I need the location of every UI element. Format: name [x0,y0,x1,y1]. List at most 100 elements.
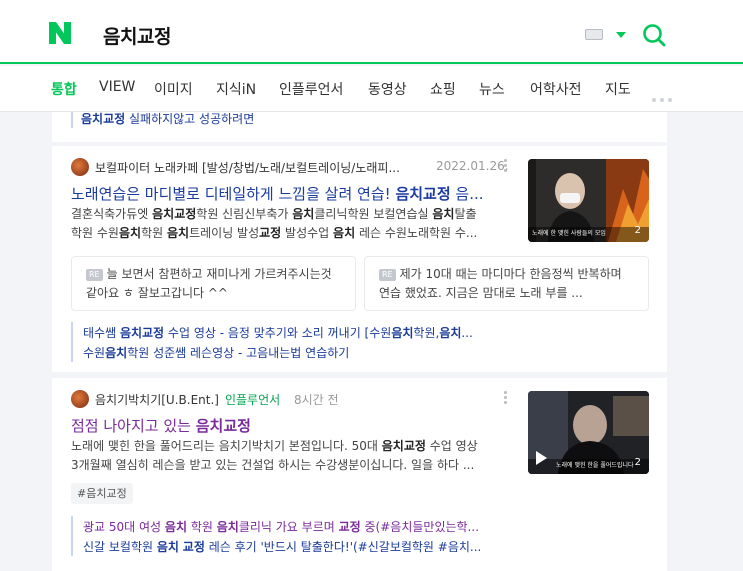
text-segment: 학원 신림신부축가 [196,207,293,221]
keyword-highlight: 음치 [292,207,315,221]
thumbnail-caption: 노래에 한 맺힌 사람들의 모임 [532,230,606,237]
image-count-badge: 2 [634,225,641,236]
blog-name[interactable]: 보컬파이터 노래카페 [발성/창법/노래/보컬트레이닝/노래피... [95,159,400,176]
image-count-badge: 2 [634,457,641,468]
comment-text: 제가 10대 때는 마디마다 한음정씩 반복하며 연습 했었죠. 지금은 맘대로… [379,267,622,300]
divider [71,516,73,556]
thumbnail-caption: 노래에 맺힌 한을 풀어드립니다 [556,462,634,469]
tab-shopping[interactable]: 쇼핑 [430,79,456,99]
keyword-highlight: 음치 [156,540,179,554]
keyword-highlight: 음치 [164,520,188,534]
text-segment: 3개월째 열심히 레슨을 받고 있는 건설업 하시는 수강생분이십니다. 일을 … [71,458,475,472]
sub-post-link[interactable]: 신갈 보컬학원 음치 교정 레슨 후기 '반드시 탈출한다!'(#신갈보컬학원 … [83,538,481,555]
chevron-down-icon[interactable] [616,32,626,38]
text-segment: 수업 영상 - 음정 맞추기와 소리 꺼내기 [수원 [164,326,392,340]
text-segment: 학원 [141,226,167,240]
comment-box[interactable]: RE 늘 보면서 참편하고 재미나게 가르켜주시는것 같아요 ㅎ 잘보고갑니다 ^… [71,256,356,311]
description-line: 학원 수원음치학원 음치트레이닝 발성교정 발성수업 음치 레슨 수원노래학원 … [71,224,509,243]
sub-post-link[interactable]: 태수쌤 음치교정 수업 영상 - 음정 맞추기와 소리 꺼내기 [수원음치학원,… [83,324,473,341]
keyword-highlight: 음치 [105,346,128,360]
reply-badge: RE [86,269,103,281]
keyword-highlight: 음치교정 [381,439,426,453]
naver-logo-icon[interactable] [49,22,71,44]
result-thumbnail[interactable]: 노래에 한 맺힌 사람들의 모임 2 [528,159,649,242]
sub-post-link[interactable]: 수원음치학원 성준쌤 레슨영상 - 고음내는법 연습하기 [83,344,349,361]
keyword-highlight: 음치 [216,520,239,534]
text-segment: 학원 [187,520,217,534]
search-tabs: 통합 VIEW 이미지 지식iN 인플루언서 동영상 쇼핑 뉴스 어학사전 지도 [0,66,743,112]
tab-dictionary[interactable]: 어학사전 [530,79,582,99]
post-date: 8시간 전 [294,393,339,407]
text-segment: 클리닉학원 보컬연습실 [314,207,433,221]
result-thumbnail[interactable]: 노래에 맺힌 한을 풀어드립니다 2 [528,391,649,474]
keyword-highlight: 음치 [439,326,462,340]
avatar[interactable] [71,158,89,176]
tab-all[interactable]: 통합 [51,79,77,99]
text-segment: 중(#음치들만있는학... [360,520,480,534]
text-segment: 광교 50대 여성 [83,520,165,534]
tab-map[interactable]: 지도 [605,79,631,99]
result-description: 노래에 맺힌 한을 풀어드리는 음치기박치기 본점입니다. 50대 음치교정 수… [71,437,509,475]
keyword-highlight: 교정 [259,226,282,240]
more-options-icon[interactable] [504,391,507,406]
tab-video[interactable]: 동영상 [368,79,407,99]
more-tabs-icon[interactable] [652,87,676,106]
keyword-highlight: 음치 [166,226,190,240]
keyword-highlight: 교정 [182,540,205,554]
keyword-highlight: 음치 [391,326,414,340]
text-segment: 트레이닝 발성 [189,226,260,240]
tab-kin[interactable]: 지식iN [216,79,256,99]
keyword-highlight: 음치교정 [119,326,165,340]
text-segment: 클리닉 가요 부르며 [238,520,339,534]
result-card-previous: 음치교정 실패하지않고 성공하려면 [52,112,667,142]
divider [71,322,73,362]
result-description: 결혼식축가듀엣 음치교정학원 신림신부축가 음치클리닉학원 보컬연습실 음치탈출… [71,205,509,243]
text-segment: 결혼식축가듀엣 [71,207,153,221]
search-input[interactable]: 음치교정 [103,22,171,49]
search-header: 음치교정 [0,0,743,64]
text-segment: ... [461,326,473,340]
result-title[interactable]: 노래연습은 마디별로 디테일하게 느낌을 살려 연습! 음치교정 음... [71,183,484,204]
description-line: 노래에 맺힌 한을 풀어드리는 음치기박치기 본점입니다. 50대 음치교정 수… [71,437,509,456]
hashtag[interactable]: #음치교정 [71,483,133,504]
text-segment: 발성수업 [281,226,334,240]
result-card: 보컬파이터 노래카페 [발성/창법/노래/보컬트레이닝/노래피... 2022.… [52,146,667,372]
comment-box[interactable]: RE 제가 10대 때는 마디마다 한음정씩 반복하며 연습 했었죠. 지금은 맘… [364,256,649,311]
tab-images[interactable]: 이미지 [154,79,193,99]
text-segment: 노래에 맺힌 한을 풀어드리는 음치기박치기 본점입니다. 50대 [71,439,382,453]
keyword-highlight: 교정 [338,520,361,534]
text-segment: 학원, [413,326,440,340]
tab-news[interactable]: 뉴스 [479,79,505,99]
more-options-icon[interactable] [504,159,507,174]
tab-view[interactable]: VIEW [99,79,135,95]
influencer-badge[interactable]: 인플루언서 [225,393,280,407]
related-link[interactable]: 음치교정 실패하지않고 성공하려면 [81,110,254,127]
text-segment: 레슨 후기 '반드시 탈출한다!'(#신갈보컬학원 #음치... [204,540,482,554]
post-date: 2022.01.26. [436,159,509,173]
reply-badge: RE [379,269,396,281]
keyword-highlight: 음치 [333,226,356,240]
text-segment: 레슨 수원노래학원 수... [355,226,478,240]
text-segment: 태수쌤 [83,326,120,340]
text-segment: 탈출 [454,207,477,221]
keyword-highlight: 음치 [432,207,455,221]
result-title[interactable]: 점점 나아지고 있는 음치교정 [71,415,251,436]
text-segment: 신갈 보컬학원 [83,540,157,554]
text-segment: 수업 영상 [425,439,478,453]
blog-name[interactable]: 음치기박치기[U.B.Ent.] 인플루언서 [95,391,280,408]
tab-influencer[interactable]: 인플루언서 [279,79,343,99]
search-icon[interactable] [642,23,666,47]
text-segment: 학원 성준쌤 레슨영상 - 고음내는법 연습하기 [127,346,350,360]
sub-post-link[interactable]: 광교 50대 여성 음치 학원 음치클리닉 가요 부르며 교정 중(#음치들만있… [83,518,479,535]
text-segment: 학원 수원 [71,226,119,240]
text-segment: 수원 [83,346,106,360]
divider [71,112,73,128]
result-card: 음치기박치기[U.B.Ent.] 인플루언서 8시간 전 점점 나아지고 있는 음… [52,378,667,571]
description-line: 결혼식축가듀엣 음치교정학원 신림신부축가 음치클리닉학원 보컬연습실 음치탈출 [71,205,509,224]
keyword-highlight: 음치교정 [152,207,197,221]
description-line: 3개월째 열심히 레슨을 받고 있는 건설업 하시는 수강생분이십니다. 일을 … [71,456,509,475]
avatar[interactable] [71,390,89,408]
keyword-highlight: 음치 [118,226,142,240]
comment-text: 늘 보면서 참편하고 재미나게 가르켜주시는것 같아요 ㅎ 잘보고갑니다 ^^ [86,267,332,300]
keyboard-icon[interactable] [585,29,603,40]
